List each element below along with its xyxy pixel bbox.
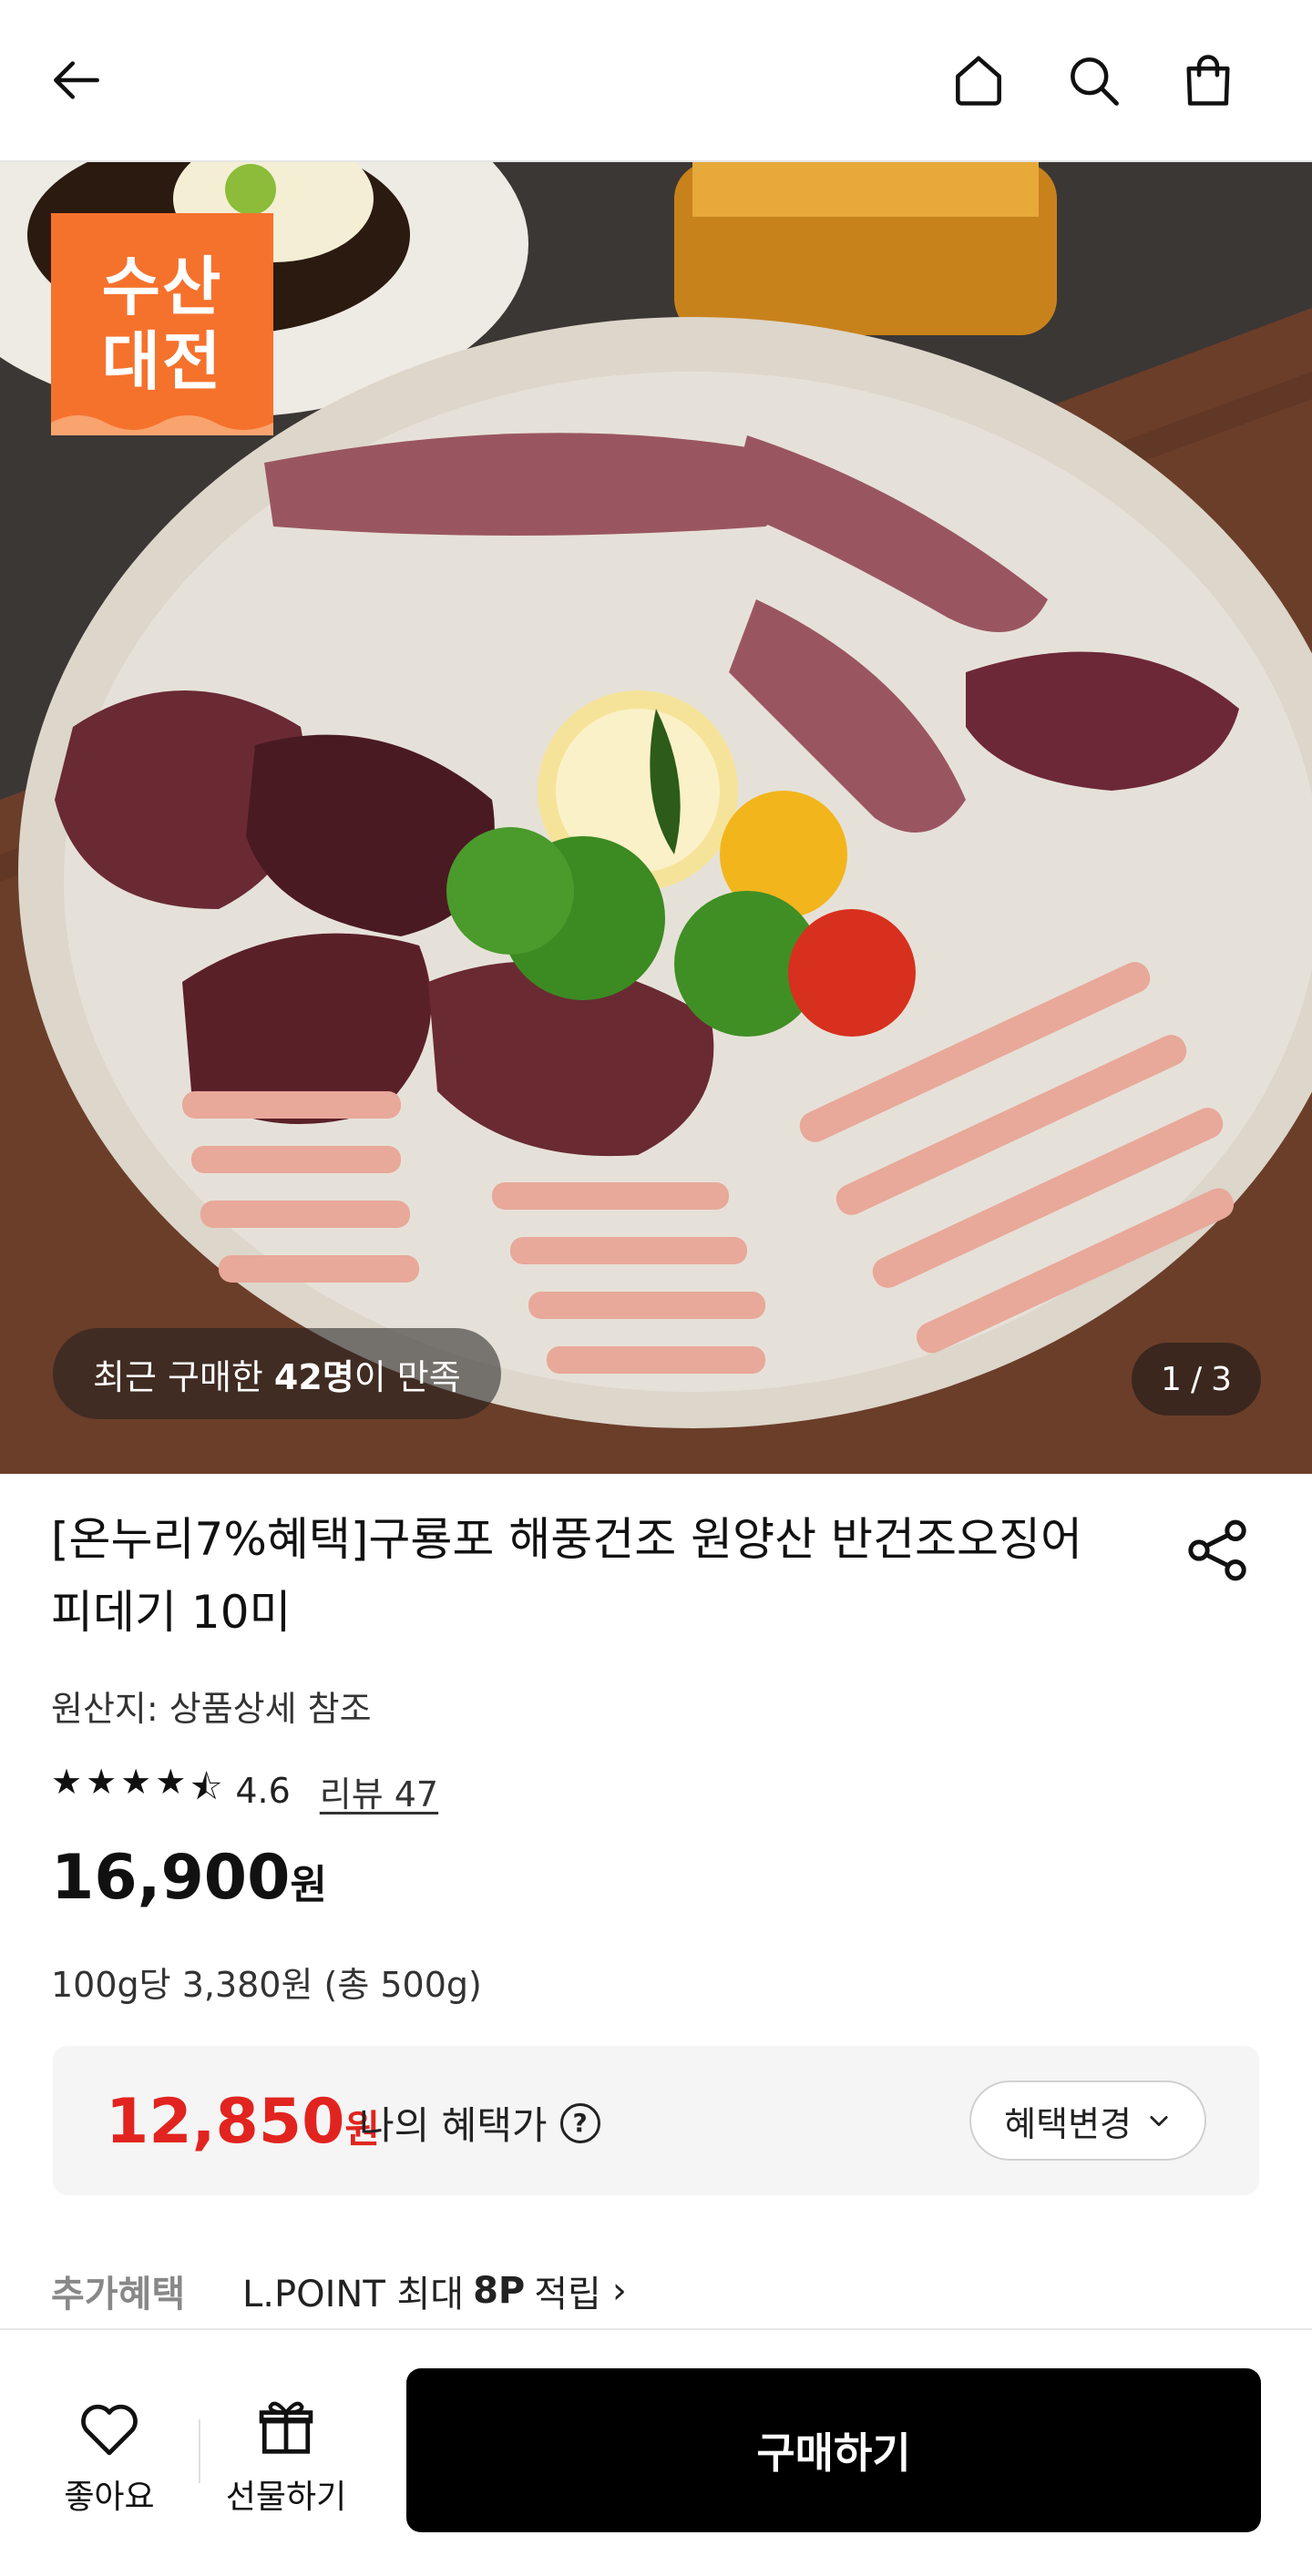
share-button[interactable]: [1181, 1514, 1254, 1587]
product-origin: 원산지: 상품상세 참조: [51, 1689, 372, 1729]
benefit-label: 나의 혜택가: [359, 2103, 548, 2148]
change-benefit-label: 혜택변경: [1004, 2103, 1132, 2144]
buy-button[interactable]: 구매하기: [406, 2368, 1261, 2532]
like-button[interactable]: 좋아요: [36, 2394, 182, 2518]
search-button[interactable]: [1057, 44, 1130, 117]
gift-button[interactable]: 선물하기: [213, 2394, 359, 2518]
heart-icon: [81, 2404, 138, 2456]
satisfaction-suffix: 이 만족: [354, 1356, 461, 1397]
star-icon: ★: [155, 1761, 187, 1802]
help-icon[interactable]: ?: [559, 2102, 600, 2143]
star-icon: ★: [86, 1761, 118, 1802]
chevron-down-icon: [1150, 2116, 1168, 2127]
benefit-label-row: 나의 혜택가 ?: [359, 2095, 600, 2151]
badge-line1: 수산: [101, 250, 223, 324]
seafood-festival-badge: 수산 대전: [51, 213, 273, 435]
divider: [199, 2419, 200, 2483]
price-value: 16,900: [51, 1842, 291, 1914]
star-icon: ★: [120, 1761, 152, 1802]
arrow-left-icon: [54, 61, 99, 99]
gift-icon: [259, 2401, 313, 2454]
home-button[interactable]: [942, 44, 1015, 117]
page-separator: /: [1190, 1360, 1203, 1398]
review-link[interactable]: 리뷰 47: [320, 1766, 438, 1816]
cart-button[interactable]: [1172, 44, 1245, 117]
back-button[interactable]: [40, 44, 113, 117]
satisfaction-badge: 최근 구매한 42명이 만족: [53, 1328, 501, 1419]
gift-label: 선물하기: [225, 2479, 347, 2516]
benefit-price-value: 12,850: [106, 2086, 345, 2158]
star-icon: ★: [51, 1761, 83, 1802]
satisfaction-prefix: 최근 구매한: [93, 1356, 263, 1397]
rating-value: 4.6: [235, 1771, 291, 1811]
page-total: 3: [1211, 1360, 1232, 1398]
rating-row: ★ ★ ★ ★ ⯪ 4.6 리뷰 47: [51, 1762, 438, 1821]
satisfaction-count: 42명: [273, 1356, 354, 1397]
lpoint-amount: 8P: [473, 2270, 526, 2312]
extra-benefit-label: 추가혜택: [51, 2274, 186, 2315]
extra-benefit-row[interactable]: 추가혜택 L.POINT 최대 8P 적립 ›: [51, 2264, 627, 2317]
wave-decoration-icon: [51, 415, 273, 435]
lpoint-suffix: 적립: [534, 2274, 601, 2315]
star-rating: ★ ★ ★ ★ ⯪: [51, 1762, 222, 1821]
home-icon: [956, 56, 1001, 106]
product-title: [온누리7%혜택]구룡포 해풍건조 원양산 반건조오징어 피데기 10미: [51, 1513, 1083, 1639]
search-icon: [1071, 57, 1119, 106]
top-app-bar: [0, 0, 1312, 162]
shopping-bag-icon: [1186, 55, 1230, 106]
product-image-carousel[interactable]: 수산 대전 최근 구매한 42명이 만족 1 / 3: [0, 162, 1312, 1474]
chevron-right-icon: ›: [611, 2270, 627, 2312]
bottom-action-bar: 좋아요 선물하기 구매하기: [0, 2328, 1312, 2576]
page-current: 1: [1161, 1360, 1182, 1398]
change-benefit-button[interactable]: 혜택변경: [969, 2080, 1206, 2161]
share-icon: [1188, 1519, 1246, 1581]
badge-line2: 대전: [101, 324, 223, 399]
benefit-price-box: 12,850원 나의 혜택가 ? 혜택변경: [53, 2046, 1259, 2195]
price-unit: 원: [290, 1862, 327, 1908]
half-star-icon: ⯪: [190, 1766, 223, 1807]
benefit-price: 12,850원: [106, 2086, 380, 2158]
unit-price: 100g당 3,380원 (총 500g): [51, 1965, 482, 2005]
product-price: 16,900원: [51, 1842, 327, 1914]
lpoint-text: L.POINT 최대: [242, 2274, 465, 2315]
like-label: 좋아요: [64, 2479, 155, 2516]
image-page-indicator: 1 / 3: [1132, 1343, 1261, 1416]
